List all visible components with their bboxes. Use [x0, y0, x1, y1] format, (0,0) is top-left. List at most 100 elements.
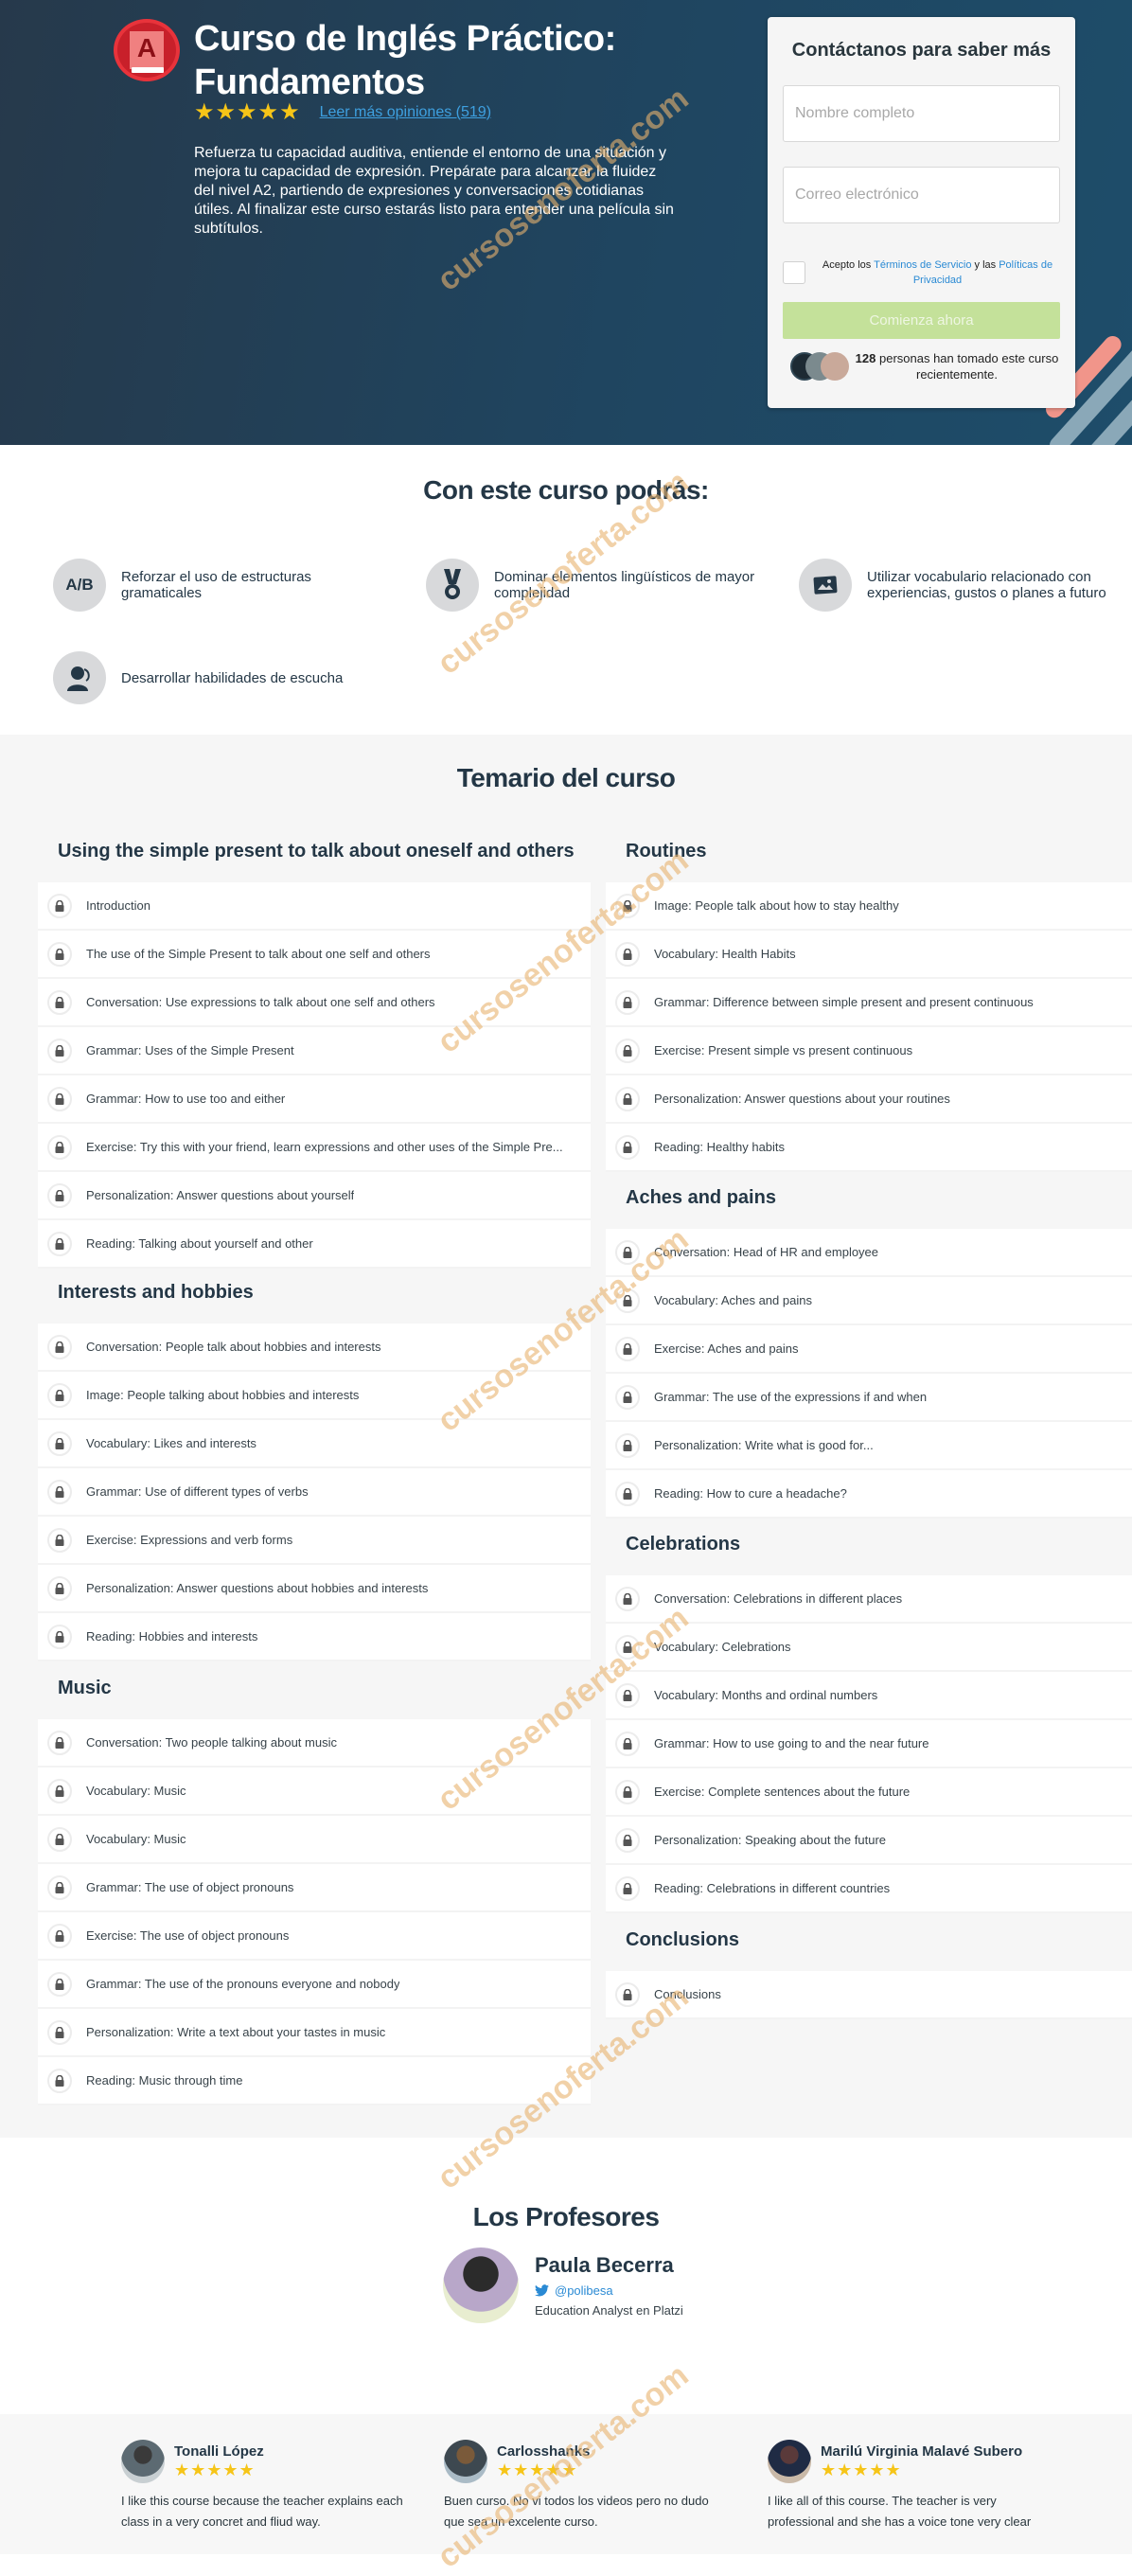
lesson-item[interactable]: Exercise: Aches and pains	[606, 1325, 1132, 1374]
lesson-item[interactable]: Grammar: The use of object pronouns	[38, 1864, 591, 1912]
lesson-list: Conversation: Two people talking about m…	[38, 1719, 591, 2105]
lesson-item[interactable]: Grammar: Use of different types of verbs	[38, 1468, 591, 1517]
lesson-title: Personalization: Answer questions about …	[86, 1188, 355, 1202]
lesson-item[interactable]: Vocabulary: Likes and interests	[38, 1420, 591, 1468]
recent-students: 128 personas han tomado este curso recie…	[787, 350, 1061, 382]
lesson-item[interactable]: Exercise: Present simple vs present cont…	[606, 1027, 1132, 1075]
lock-icon	[615, 1038, 640, 1063]
lesson-title: Personalization: Write a text about your…	[86, 2025, 386, 2039]
reviewer-name: Carlosshanks	[497, 2443, 591, 2460]
course-title: Curso de Inglés Práctico: Fundamentos	[194, 19, 616, 102]
lesson-list: Image: People talk about how to stay hea…	[606, 882, 1132, 1172]
lesson-item[interactable]: Conversation: Use expressions to talk ab…	[38, 979, 591, 1027]
teacher-info: Paula Becerra @polibesa Education Analys…	[535, 2253, 683, 2318]
lesson-item[interactable]: Introduction	[38, 882, 591, 931]
terms-checkbox[interactable]	[783, 261, 805, 284]
contact-form-title: Contáctanos para saber más	[791, 40, 1052, 61]
lesson-title: Exercise: Try this with your friend, lea…	[86, 1140, 563, 1154]
syllabus-title: Temario del curso	[456, 763, 676, 792]
lesson-item[interactable]: Vocabulary: Months and ordinal numbers	[606, 1672, 1132, 1720]
lesson-item[interactable]: Conclusions	[606, 1971, 1132, 2019]
lock-icon	[47, 1527, 72, 1553]
lesson-item[interactable]: Personalization: Answer questions about …	[38, 1172, 591, 1220]
contact-form: Contáctanos para saber más Acepto los Té…	[768, 17, 1075, 408]
lesson-item[interactable]: Conversation: People talk about hobbies …	[38, 1324, 591, 1372]
lesson-list: Conclusions	[606, 1971, 1132, 2019]
lesson-item[interactable]: Reading: Healthy habits	[606, 1124, 1132, 1172]
lesson-title: Vocabulary: Celebrations	[654, 1640, 791, 1654]
lesson-item[interactable]: Grammar: The use of the expressions if a…	[606, 1374, 1132, 1422]
lesson-item[interactable]: Vocabulary: Aches and pains	[606, 1277, 1132, 1325]
lesson-item[interactable]: Vocabulary: Celebrations	[606, 1624, 1132, 1672]
lesson-list: Introduction The use of the Simple Presen…	[38, 882, 591, 1269]
lesson-list: Conversation: People talk about hobbies …	[38, 1324, 591, 1661]
lesson-title: Personalization: Answer questions about …	[86, 1581, 429, 1595]
rating-stars-icon: ★★★★★	[194, 99, 301, 125]
lesson-title: Vocabulary: Aches and pains	[654, 1293, 812, 1307]
full-name-input[interactable]	[783, 85, 1060, 142]
lesson-item[interactable]: Reading: How to cure a headache?	[606, 1470, 1132, 1519]
lesson-title: Conversation: People talk about hobbies …	[86, 1340, 381, 1354]
email-input[interactable]	[783, 167, 1060, 223]
lock-icon	[47, 1575, 72, 1601]
lesson-item[interactable]: Personalization: Write what is good for.…	[606, 1422, 1132, 1470]
course-description: Refuerza tu capacidad auditiva, entiende…	[194, 145, 674, 237]
lesson-item[interactable]: Exercise: Expressions and verb forms	[38, 1517, 591, 1565]
lesson-item[interactable]: Reading: Talking about yourself and othe…	[38, 1220, 591, 1269]
teacher-twitter-link[interactable]: @polibesa	[535, 2283, 683, 2298]
lesson-item[interactable]: Conversation: Head of HR and employee	[606, 1229, 1132, 1277]
skill-label: Dominar elementos lingüísticos de mayor …	[494, 569, 755, 601]
lesson-title: Grammar: The use of the pronouns everyon…	[86, 1977, 400, 1991]
lesson-item[interactable]: Reading: Hobbies and interests	[38, 1613, 591, 1661]
lesson-item[interactable]: Conversation: Celebrations in different …	[606, 1575, 1132, 1624]
start-now-button[interactable]: Comienza ahora	[783, 302, 1060, 339]
lesson-item[interactable]: Vocabulary: Music	[38, 1768, 591, 1816]
course-rating: ★★★★★ Leer más opiniones (519)	[194, 98, 491, 126]
skill-label: Reforzar el uso de estructuras gramatica…	[121, 569, 311, 601]
lock-icon	[47, 941, 72, 967]
skill-item: Utilizar vocabulario relacionado con exp…	[799, 559, 1132, 612]
lock-icon	[615, 1586, 640, 1611]
lesson-item[interactable]: Image: People talking about hobbies and …	[38, 1372, 591, 1420]
review-card: Marilú Virginia Malavé Subero ★★★★★ I li…	[768, 2440, 1052, 2532]
lesson-item[interactable]: Vocabulary: Music	[38, 1816, 591, 1864]
lesson-item[interactable]: Grammar: How to use going to and the nea…	[606, 1720, 1132, 1768]
lesson-title: Personalization: Answer questions about …	[654, 1092, 950, 1106]
lesson-title: Image: People talk about how to stay hea…	[654, 898, 899, 913]
lesson-item[interactable]: Reading: Celebrations in different count…	[606, 1865, 1132, 1913]
lesson-item[interactable]: Exercise: Complete sentences about the f…	[606, 1768, 1132, 1817]
lesson-item[interactable]: Exercise: The use of object pronouns	[38, 1912, 591, 1961]
lesson-item[interactable]: Personalization: Answer questions about …	[606, 1075, 1132, 1124]
lesson-item[interactable]: Personalization: Answer questions about …	[38, 1565, 591, 1613]
more-reviews-link[interactable]: Leer más opiniones (519)	[320, 104, 491, 121]
lesson-item[interactable]: The use of the Simple Present to talk ab…	[38, 931, 591, 979]
lesson-item[interactable]: Grammar: The use of the pronouns everyon…	[38, 1961, 591, 2009]
lesson-title: Conversation: Celebrations in different …	[654, 1591, 903, 1606]
lesson-item[interactable]: Grammar: How to use too and either	[38, 1075, 591, 1124]
lesson-title: Conclusions	[654, 1987, 721, 2001]
lesson-item[interactable]: Exercise: Try this with your friend, lea…	[38, 1124, 591, 1172]
lock-icon	[47, 1971, 72, 1997]
lock-icon	[47, 1231, 72, 1256]
lesson-item[interactable]: Vocabulary: Health Habits	[606, 931, 1132, 979]
lesson-item[interactable]: Personalization: Write a text about your…	[38, 2009, 591, 2057]
lock-icon	[47, 1730, 72, 1755]
lock-icon	[615, 1432, 640, 1458]
lesson-item[interactable]: Reading: Music through time	[38, 2057, 591, 2105]
lesson-item[interactable]: Conversation: Two people talking about m…	[38, 1719, 591, 1768]
lesson-item[interactable]: Image: People talk about how to stay hea…	[606, 882, 1132, 931]
lock-icon	[615, 1731, 640, 1756]
lesson-title: Image: People talking about hobbies and …	[86, 1388, 360, 1402]
lesson-title: Reading: Music through time	[86, 2073, 243, 2087]
lock-icon	[47, 1430, 72, 1456]
teacher-avatar	[443, 2247, 519, 2323]
review-text: I like all of this course. The teacher i…	[768, 2494, 1032, 2529]
lesson-item[interactable]: Personalization: Speaking about the futu…	[606, 1817, 1132, 1865]
lock-icon	[47, 1382, 72, 1408]
skill-item: A/B Reforzar el uso de estructuras grama…	[53, 559, 394, 612]
lesson-item[interactable]: Grammar: Uses of the Simple Present	[38, 1027, 591, 1075]
lock-icon	[47, 1826, 72, 1852]
lesson-item[interactable]: Grammar: Difference between simple prese…	[606, 979, 1132, 1027]
lesson-title: Reading: Talking about yourself and othe…	[86, 1236, 313, 1251]
terms-of-service-link[interactable]: Términos de Servicio	[874, 259, 971, 271]
